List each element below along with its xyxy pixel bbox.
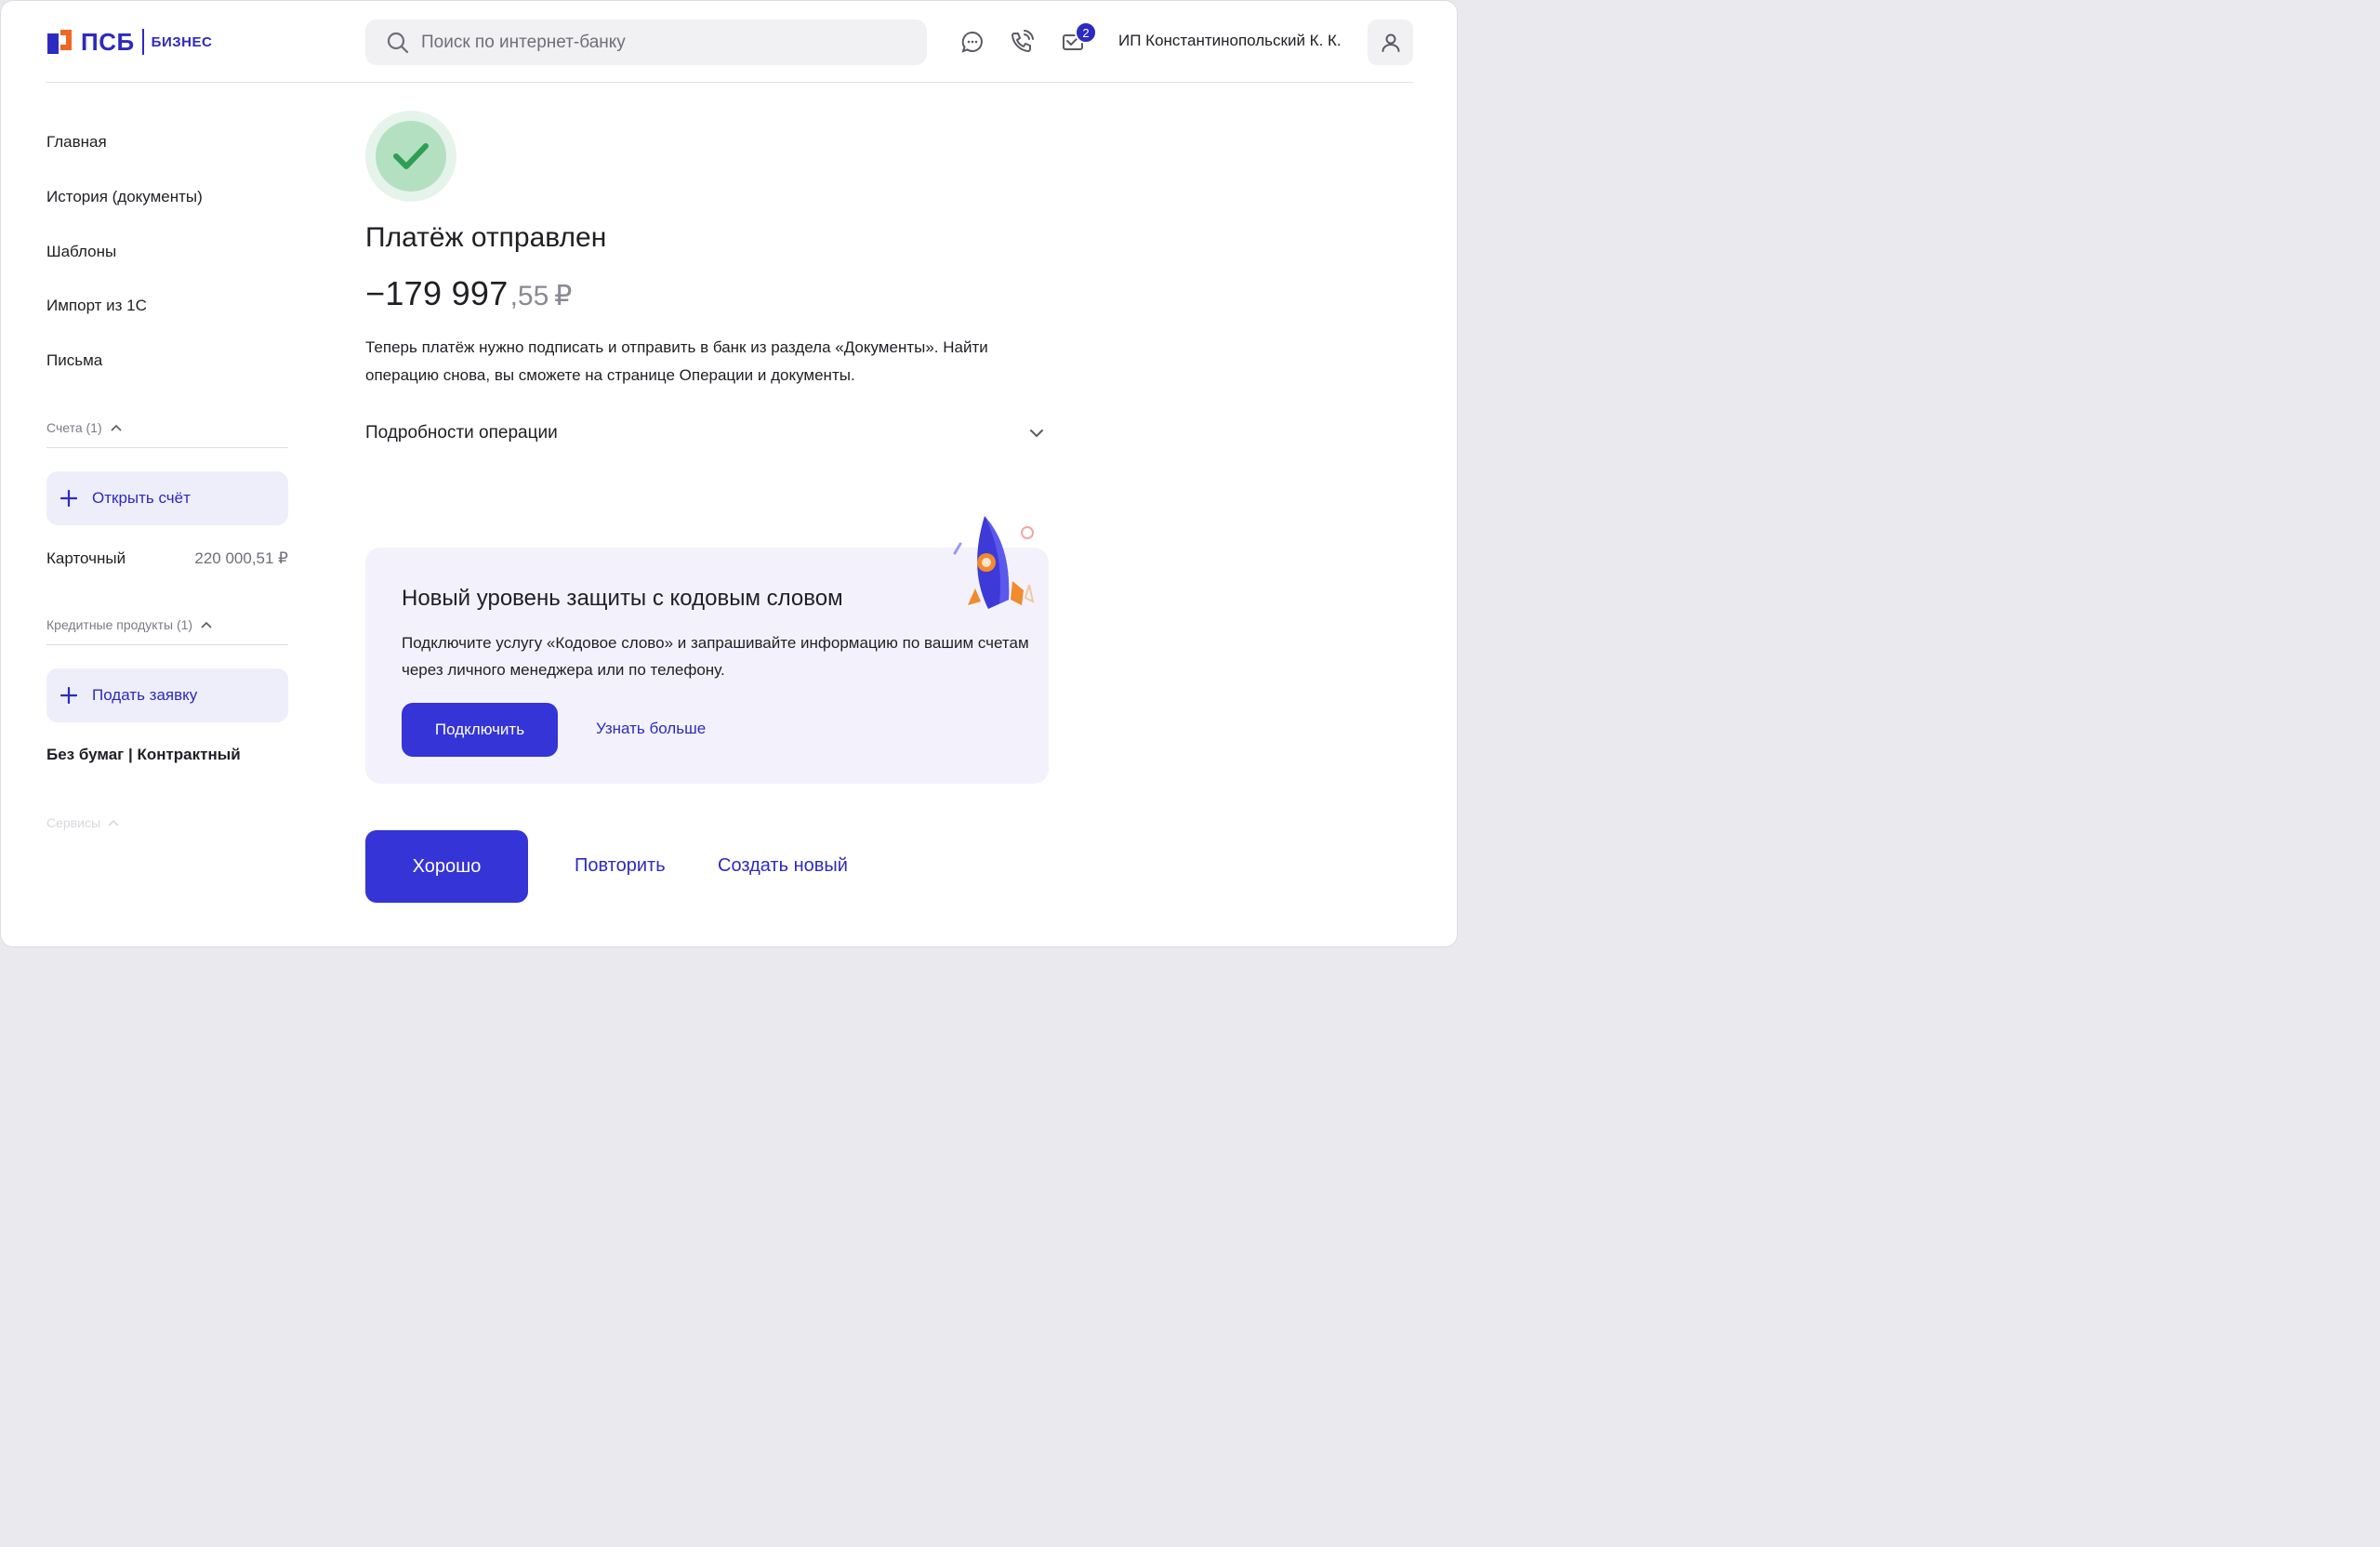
accounts-divider — [46, 447, 288, 448]
check-icon — [393, 143, 429, 169]
sidebar-item-letters[interactable]: Письма — [46, 351, 102, 370]
services-section-header[interactable]: Сервисы — [46, 815, 119, 830]
operation-details-label: Подробности операции — [365, 423, 558, 443]
app-window: ПСБ БИЗНЕС Поиск по интернет-банку 2 ИП … — [0, 0, 1458, 947]
apply-button[interactable]: Подать заявку — [46, 668, 288, 722]
logo-divider — [141, 29, 144, 55]
user-name[interactable]: ИП Константинопольский К. К. — [1118, 32, 1342, 50]
chevron-up-icon — [111, 424, 122, 431]
rocket-icon — [953, 516, 1035, 609]
accounts-section-label: Счета (1) — [46, 420, 102, 435]
promo-title: Новый уровень защиты с кодовым словом — [402, 586, 843, 611]
accounts-section-header[interactable]: Счета (1) — [46, 420, 122, 435]
logo-subtitle: БИЗНЕС — [151, 33, 213, 50]
header-divider — [46, 82, 1413, 83]
credit-section-header[interactable]: Кредитные продукты (1) — [46, 617, 212, 632]
psb-logo-icon — [47, 30, 72, 54]
search-icon — [387, 32, 409, 53]
logo-text: ПСБ — [81, 27, 135, 56]
success-icon — [365, 111, 456, 202]
sidebar-item-import[interactable]: Импорт из 1С — [46, 297, 147, 315]
repeat-link[interactable]: Повторить — [575, 855, 666, 877]
sidebar-item-templates[interactable]: Шаблоны — [46, 243, 116, 261]
chevron-up-icon — [108, 819, 119, 826]
chat-icon[interactable] — [959, 29, 985, 55]
learn-more-link[interactable]: Узнать больше — [596, 720, 706, 738]
operation-details-toggle[interactable]: Подробности операции — [365, 420, 1044, 446]
user-icon — [1382, 33, 1399, 52]
psb-logo[interactable]: ПСБ БИЗНЕС — [46, 27, 212, 57]
ok-button[interactable]: Хорошо — [365, 830, 528, 903]
amount-fraction: ,55 — [509, 281, 549, 311]
create-new-link[interactable]: Создать новый — [718, 855, 848, 877]
plus-icon — [60, 490, 77, 507]
sidebar-item-history[interactable]: История (документы) — [46, 188, 203, 206]
open-account-label: Открыть счёт — [92, 489, 191, 507]
apply-label: Подать заявку — [92, 686, 198, 704]
connect-button[interactable]: Подключить — [402, 703, 558, 757]
promo-text: Подключите услугу «Кодовое слово» и запр… — [402, 634, 1029, 679]
phone-icon[interactable] — [1009, 29, 1035, 55]
chevron-down-icon — [1030, 430, 1043, 438]
amount-currency: ₽ — [554, 281, 573, 311]
credit-divider — [46, 644, 288, 645]
no-paper-contract-item[interactable]: Без бумаг | Контрактный — [46, 746, 241, 764]
search-placeholder: Поиск по интернет-банку — [421, 32, 626, 52]
search-input[interactable]: Поиск по интернет-банку — [365, 20, 927, 65]
profile-button[interactable] — [1368, 20, 1413, 65]
plus-icon — [60, 687, 77, 704]
sidebar-item-home[interactable]: Главная — [46, 133, 107, 152]
chevron-up-icon — [201, 621, 212, 628]
services-section-label: Сервисы — [46, 815, 101, 830]
credit-section-label: Кредитные продукты (1) — [46, 617, 193, 632]
page-title: Платёж отправлен — [365, 222, 607, 253]
mail-count-badge: 2 — [1075, 21, 1097, 44]
open-account-button[interactable]: Открыть счёт — [46, 471, 288, 525]
account-name[interactable]: Карточный — [46, 549, 126, 568]
payment-amount: −179 997 ,55 ₽ — [365, 274, 572, 313]
amount-integer: −179 997 — [365, 274, 509, 312]
account-balance: 220 000,51 ₽ — [194, 549, 288, 567]
payment-description: Теперь платёж нужно подписать и отправит… — [365, 338, 988, 384]
